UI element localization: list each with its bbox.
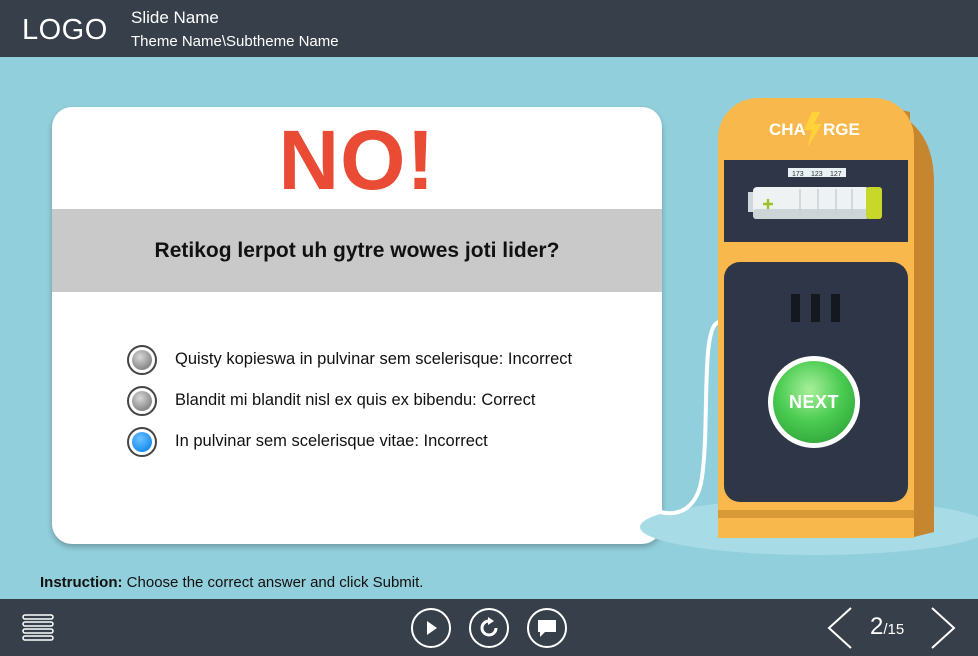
top-bar: LOGO Slide Name Theme Name\Subtheme Name bbox=[0, 0, 978, 57]
feedback-title: NO! bbox=[278, 113, 436, 207]
instruction: Instruction: Choose the correct answer a… bbox=[40, 574, 423, 591]
page-counter: 2/15 bbox=[870, 613, 904, 641]
answer-option-2[interactable]: Blandit mi blandit nisl ex quis ex biben… bbox=[127, 380, 572, 421]
menu-icon[interactable] bbox=[22, 613, 54, 641]
radio-button-1[interactable] bbox=[127, 344, 157, 375]
prev-arrow-icon[interactable] bbox=[827, 606, 853, 650]
play-icon bbox=[427, 621, 437, 635]
comment-button[interactable] bbox=[527, 608, 567, 648]
radio-button-3[interactable] bbox=[127, 426, 157, 457]
replay-button[interactable] bbox=[469, 608, 509, 648]
slide-name: Slide Name bbox=[131, 8, 219, 27]
answer-options: Quisty kopieswa in pulvinar sem sceleris… bbox=[127, 339, 572, 462]
replay-icon bbox=[480, 617, 498, 637]
next-button[interactable]: NEXT bbox=[768, 356, 860, 448]
pump-title-left: CHA bbox=[769, 120, 806, 139]
page-total: /15 bbox=[883, 621, 905, 638]
answer-option-label: In pulvinar sem scelerisque vitae: Incor… bbox=[175, 432, 488, 450]
play-button[interactable] bbox=[411, 608, 451, 648]
next-arrow-icon[interactable] bbox=[930, 606, 956, 650]
radio-button-2[interactable] bbox=[127, 385, 157, 416]
pump-counter-2: 123 bbox=[811, 171, 823, 178]
answer-option-label: Quisty kopieswa in pulvinar sem sceleris… bbox=[175, 350, 573, 368]
answer-option-1[interactable]: Quisty kopieswa in pulvinar sem sceleris… bbox=[127, 339, 572, 380]
pump-counter-3: 127 bbox=[830, 171, 842, 178]
answer-option-3[interactable]: In pulvinar sem scelerisque vitae: Incor… bbox=[127, 421, 572, 462]
theme-name: Theme Name\Subtheme Name bbox=[131, 33, 339, 50]
pump-title-right: RGE bbox=[823, 120, 860, 139]
instruction-text: Choose the correct answer and click Subm… bbox=[126, 574, 424, 591]
next-button-face: NEXT bbox=[773, 361, 855, 443]
instruction-label: Instruction: bbox=[40, 574, 123, 591]
charging-pump-illustration: CHA RGE 173 123 127 bbox=[640, 98, 978, 555]
next-button-label: NEXT bbox=[788, 391, 839, 412]
bottom-bar: 2/15 bbox=[0, 599, 978, 656]
question-band: Retikog lerpot uh gytre wowes joti lider… bbox=[52, 209, 662, 292]
question-text: Retikog lerpot uh gytre wowes joti lider… bbox=[154, 238, 560, 262]
slide-stage: NO! Retikog lerpot uh gytre wowes joti l… bbox=[0, 57, 978, 599]
question-card: NO! Retikog lerpot uh gytre wowes joti l… bbox=[52, 107, 662, 544]
answer-option-label: Blandit mi blandit nisl ex quis ex biben… bbox=[175, 391, 536, 409]
comment-icon bbox=[538, 620, 556, 637]
logo: LOGO bbox=[22, 14, 108, 46]
page-current: 2 bbox=[870, 613, 884, 640]
battery-icon bbox=[748, 187, 882, 219]
pump-counter-1: 173 bbox=[792, 171, 804, 178]
